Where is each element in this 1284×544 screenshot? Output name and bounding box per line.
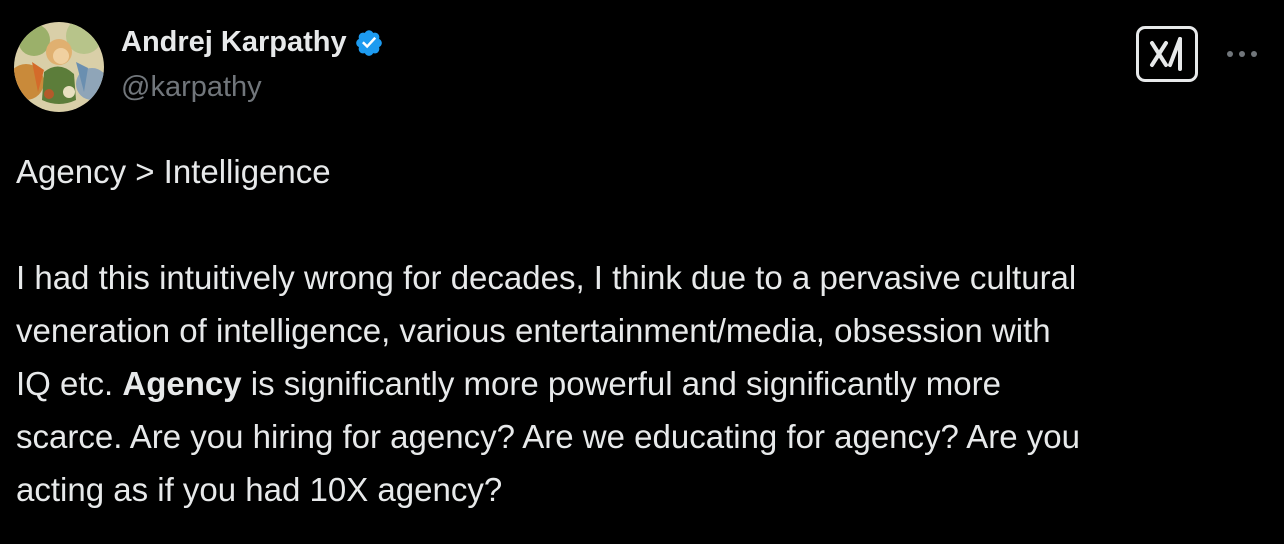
tweet-bold-agency: Agency [122,365,242,402]
author-name-row: Andrej Karpathy [121,26,384,59]
tweet-text: Agency > Intelligence I had this intuiti… [16,145,1274,516]
tweet-line-3-prefix: IQ etc. [16,365,123,402]
avatar-illustration [14,22,104,112]
author-handle[interactable]: @karpathy [121,71,262,104]
grok-logo-icon [1150,37,1182,71]
avatar[interactable] [14,22,104,112]
tweet-line-2: veneration of intelligence, various ente… [16,312,1051,349]
verified-badge-icon[interactable] [354,28,384,58]
tweet-title-line: Agency > Intelligence [16,153,331,190]
tweet-line-5: acting as if you had 10X agency? [16,471,503,508]
grok-button[interactable] [1136,26,1198,82]
tweet-line-3-suffix: is significantly more powerful and signi… [241,365,1001,402]
more-options-icon [1227,51,1257,57]
tweet-line-3: IQ etc. Agency is significantly more pow… [16,357,1274,410]
tweet-line-4: scarce. Are you hiring for agency? Are w… [16,418,1080,455]
more-options-button[interactable] [1222,34,1262,74]
tweet-line-1: I had this intuitively wrong for decades… [16,259,1077,296]
author-display-name[interactable]: Andrej Karpathy [121,26,347,59]
